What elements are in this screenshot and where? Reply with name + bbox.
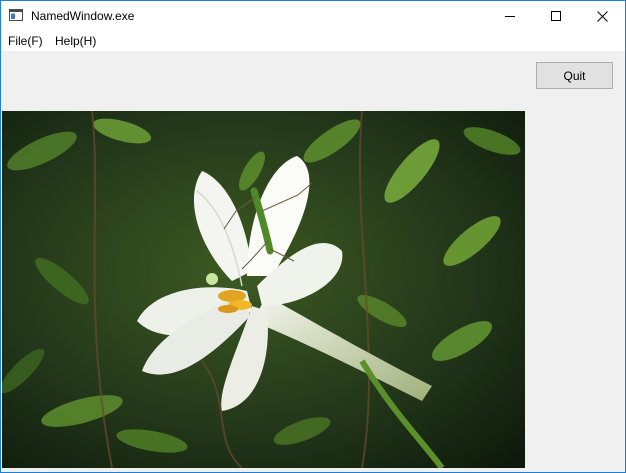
maximize-button[interactable] bbox=[533, 1, 579, 31]
window-title: NamedWindow.exe bbox=[31, 9, 135, 23]
title-bar[interactable]: NamedWindow.exe bbox=[1, 1, 625, 31]
lily-photo bbox=[2, 111, 525, 468]
app-window: NamedWindow.exe File(F) Help(H) Quit bbox=[0, 0, 626, 473]
close-icon bbox=[596, 10, 608, 22]
app-window-icon bbox=[9, 9, 23, 21]
menu-help[interactable]: Help(H) bbox=[55, 33, 96, 49]
quit-button[interactable]: Quit bbox=[536, 62, 613, 89]
minimize-button[interactable] bbox=[487, 1, 533, 31]
maximize-icon bbox=[551, 11, 561, 21]
menu-bar: File(F) Help(H) bbox=[1, 31, 625, 51]
minimize-icon bbox=[505, 16, 515, 17]
client-area: Quit bbox=[1, 51, 625, 472]
close-button[interactable] bbox=[579, 1, 625, 31]
image-view bbox=[2, 111, 525, 468]
menu-file[interactable]: File(F) bbox=[8, 33, 43, 49]
